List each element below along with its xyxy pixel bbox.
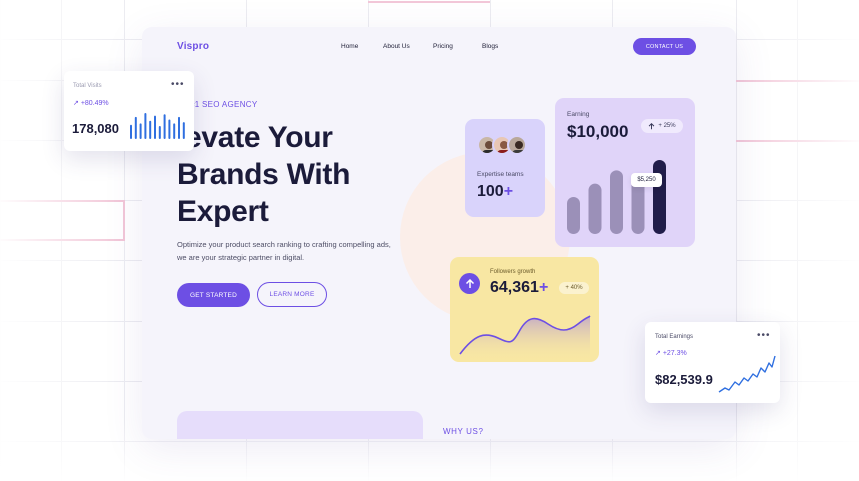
get-started-button[interactable]: GET STARTED — [177, 283, 250, 307]
earning-bar — [567, 197, 580, 234]
agency-badge: #1 SEO AGENCY — [190, 100, 258, 109]
arrow-up-icon — [649, 122, 655, 129]
headline-line: Brands With — [177, 158, 351, 191]
visits-bar — [182, 122, 185, 139]
total-earnings-value: $82,539.9 — [655, 372, 713, 387]
followers-area-chart — [459, 315, 591, 362]
followers-label: Followers growth — [490, 269, 536, 275]
teams-value: 100+ — [477, 183, 513, 201]
teams-number: 100 — [477, 183, 504, 200]
visits-bar — [173, 123, 176, 139]
visits-bar — [178, 116, 180, 139]
expertise-teams-card: Expertise teams 100+ — [465, 119, 545, 217]
arrow-up-icon — [459, 273, 480, 294]
visits-bar — [144, 113, 147, 139]
visits-title: Total Visits — [73, 83, 102, 89]
contact-us-button[interactable]: CONTACT US — [633, 38, 696, 55]
description-line: Optimize your product search ranking to … — [177, 240, 391, 249]
more-dots-icon[interactable]: ••• — [757, 331, 771, 341]
visits-bar — [154, 115, 156, 139]
hero-description: Optimize your product search ranking to … — [177, 238, 467, 264]
headline-line: Expert — [177, 195, 269, 228]
hero-headline: levate Your Brands With Expert — [177, 119, 417, 230]
accent-line — [123, 200, 125, 241]
logo[interactable]: Vispro — [177, 41, 209, 52]
total-earnings-card: Total Earnings ••• ↗ +27.3% $82,539.9 — [645, 322, 780, 403]
teams-suffix: + — [503, 183, 514, 200]
earnings-sparkline — [718, 355, 776, 393]
team-avatars — [477, 135, 527, 155]
earning-bar-chart — [567, 160, 666, 234]
trend-up-icon: ↗ — [73, 100, 79, 107]
earning-label: Earning — [567, 111, 590, 118]
trend-up-icon: ↗ — [655, 350, 661, 357]
followers-growth-card: Followers growth 64,361+ + 40% — [450, 257, 599, 362]
earning-bar — [610, 170, 623, 234]
visits-bar — [134, 116, 137, 139]
earning-change: + 25% — [658, 123, 676, 129]
learn-more-button[interactable]: LEARN MORE — [257, 282, 327, 307]
why-us-heading: WHY US? — [443, 427, 484, 436]
total-earnings-change-value: +27.3% — [662, 350, 687, 357]
visits-value: 178,080 — [72, 121, 119, 136]
followers-suffix: + — [538, 279, 549, 296]
visits-bar — [163, 114, 166, 139]
visits-bar — [130, 124, 132, 139]
headline-line: levate Your — [177, 121, 333, 154]
earning-tooltip: $5,250 — [631, 173, 662, 187]
nav-link-home[interactable]: Home — [341, 43, 358, 50]
visits-bar — [149, 120, 152, 139]
more-dots-icon[interactable]: ••• — [171, 80, 185, 90]
nav-link-pricing[interactable]: Pricing — [433, 43, 453, 50]
earning-change-badge: + 25% — [641, 119, 683, 133]
earning-bar — [588, 183, 602, 234]
followers-change-badge: + 40% — [559, 282, 589, 294]
edge-fade — [739, 0, 859, 481]
visits-change-value: +80.49% — [80, 100, 109, 107]
followers-number: 64,361 — [490, 279, 539, 296]
visits-bar-chart — [130, 113, 185, 139]
nav-link-blogs[interactable]: Blogs — [482, 43, 498, 50]
description-line: we are your strategic partner in digital… — [177, 253, 305, 262]
nav-link-about[interactable]: About Us — [383, 43, 410, 50]
top-nav: Vispro Home About Us Pricing Blogs CONTA… — [142, 27, 736, 67]
visits-change: ↗ +80.49% — [73, 99, 109, 107]
grid-line — [736, 0, 737, 481]
total-earnings-change: ↗ +27.3% — [655, 349, 687, 357]
teams-label: Expertise teams — [477, 171, 524, 178]
earning-card: Earning $10,000 + 25% $5,250 — [555, 98, 695, 247]
visits-bar — [139, 123, 142, 139]
visits-bar — [168, 119, 171, 139]
earning-bar — [653, 160, 666, 234]
total-visits-card: Total Visits ••• ↗ +80.49% 178,080 — [64, 71, 194, 151]
accent-line — [368, 1, 490, 3]
why-us-image-block — [177, 411, 423, 439]
earning-value: $10,000 — [567, 122, 629, 141]
followers-value: 64,361+ — [490, 279, 548, 297]
avatar — [507, 135, 527, 155]
total-earnings-title: Total Earnings — [655, 334, 694, 340]
canvas: Vispro Home About Us Pricing Blogs CONTA… — [0, 0, 859, 481]
visits-bar — [158, 126, 161, 139]
